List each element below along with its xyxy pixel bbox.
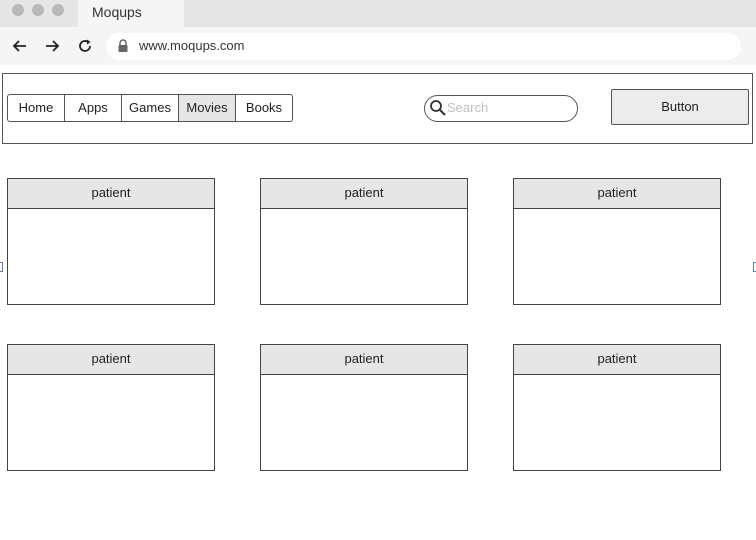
browser-tab-bar: Moqups [0, 0, 756, 27]
patient-card: patient [7, 344, 215, 471]
search-placeholder: Search [447, 100, 489, 115]
patient-card: patient [513, 178, 721, 305]
window-close-dot[interactable] [12, 4, 24, 16]
card-header: patient [8, 345, 214, 375]
card-header: patient [514, 179, 720, 209]
nav-tab-apps[interactable]: Apps [64, 94, 122, 122]
url-text: www.moqups.com [139, 38, 245, 53]
left-edge-marker [0, 262, 3, 272]
patient-card: patient [260, 178, 468, 305]
search-icon [430, 100, 446, 116]
reload-icon[interactable] [76, 37, 94, 55]
card-header: patient [261, 179, 467, 209]
lock-icon [118, 39, 128, 52]
card-header: patient [514, 345, 720, 375]
browser-tab[interactable]: Moqups [78, 0, 184, 27]
patient-card: patient [513, 344, 721, 471]
card-header: patient [8, 179, 214, 209]
patient-card: patient [260, 344, 468, 471]
nav-tab-books[interactable]: Books [235, 94, 293, 122]
patient-card: patient [7, 178, 215, 305]
card-header: patient [261, 345, 467, 375]
window-minimize-dot[interactable] [32, 4, 44, 16]
window-maximize-dot[interactable] [52, 4, 64, 16]
primary-button[interactable]: Button [611, 89, 749, 125]
nav-tab-home[interactable]: Home [7, 94, 65, 122]
forward-arrow-icon[interactable] [43, 37, 61, 55]
nav-tab-movies[interactable]: Movies [178, 94, 236, 122]
nav-tab-games[interactable]: Games [121, 94, 179, 122]
back-arrow-icon[interactable] [11, 37, 29, 55]
